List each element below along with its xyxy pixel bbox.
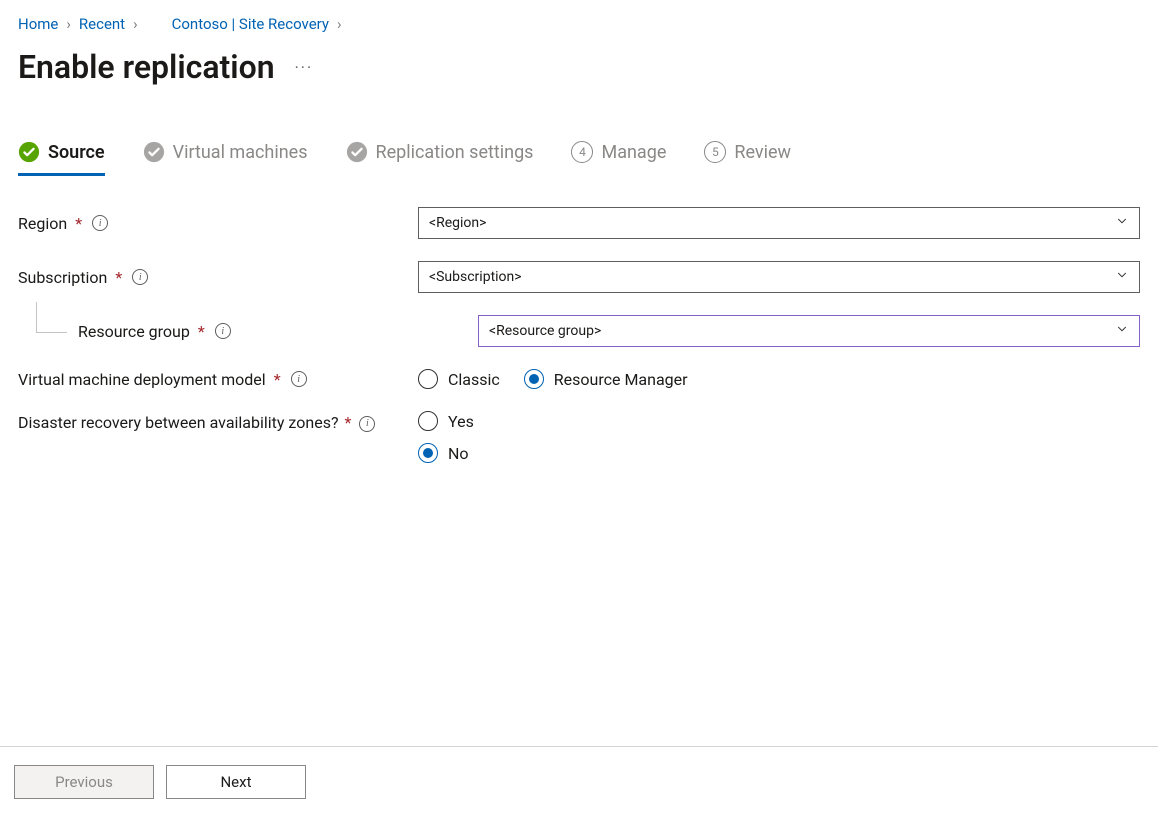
radio-yes-label: Yes	[448, 412, 474, 431]
info-icon[interactable]: i	[291, 371, 307, 387]
chevron-right-icon: ›	[335, 15, 344, 33]
region-select[interactable]: <Region>	[418, 207, 1140, 239]
step-number-icon: 5	[704, 141, 726, 163]
step-source-label: Source	[48, 142, 105, 163]
required-asterisk: *	[198, 322, 205, 341]
radio-icon	[418, 443, 438, 463]
subscription-select[interactable]: <Subscription>	[418, 261, 1140, 293]
resource-group-value: <Resource group>	[489, 323, 601, 339]
step-vms-label: Virtual machines	[173, 142, 308, 163]
wizard-footer: Previous Next	[14, 765, 306, 799]
dr-zones-label: Disaster recovery between availability z…	[18, 413, 339, 432]
resource-group-select[interactable]: <Resource group>	[478, 315, 1140, 347]
chevron-down-icon	[1115, 322, 1129, 340]
page-title: Enable replication	[18, 48, 275, 86]
subscription-value: <Subscription>	[429, 269, 522, 285]
step-review-label: Review	[734, 142, 791, 163]
breadcrumb: Home › Recent › Contoso | Site Recovery …	[18, 10, 1140, 38]
resource-group-label: Resource group	[78, 322, 190, 341]
info-icon[interactable]: i	[215, 323, 231, 339]
required-asterisk: *	[115, 268, 122, 287]
chevron-right-icon: ›	[64, 15, 73, 33]
required-asterisk: *	[274, 370, 281, 389]
step-manage[interactable]: 4 Manage	[571, 141, 666, 176]
step-virtual-machines[interactable]: Virtual machines	[143, 141, 308, 176]
footer-separator	[0, 746, 1158, 747]
hierarchy-elbow-icon	[36, 302, 67, 333]
required-asterisk: *	[344, 413, 351, 432]
radio-no-label: No	[448, 444, 469, 463]
step-replication-settings[interactable]: Replication settings	[346, 141, 534, 176]
chevron-right-icon: ›	[131, 15, 140, 33]
more-actions-icon[interactable]: ···	[295, 58, 314, 77]
deployment-model-radio-group: Classic Resource Manager	[418, 369, 1140, 389]
check-circle-icon	[346, 141, 368, 163]
radio-yes[interactable]: Yes	[418, 411, 474, 431]
radio-classic[interactable]: Classic	[418, 369, 500, 389]
info-icon[interactable]: i	[359, 416, 375, 432]
step-review[interactable]: 5 Review	[704, 141, 791, 176]
radio-classic-label: Classic	[448, 370, 500, 389]
step-replication-label: Replication settings	[376, 142, 534, 163]
info-icon[interactable]: i	[132, 269, 148, 285]
chevron-down-icon	[1115, 214, 1129, 232]
previous-button: Previous	[14, 765, 154, 799]
breadcrumb-recent[interactable]: Recent	[79, 15, 125, 33]
chevron-down-icon	[1115, 268, 1129, 286]
radio-rm-label: Resource Manager	[554, 370, 688, 389]
wizard-steps: Source Virtual machines Replication sett…	[18, 141, 1140, 177]
breadcrumb-vault[interactable]: Contoso | Site Recovery	[172, 15, 329, 33]
required-asterisk: *	[75, 214, 82, 233]
dr-zones-radio-group: Yes No	[418, 411, 1140, 463]
breadcrumb-home[interactable]: Home	[18, 15, 58, 33]
subscription-label: Subscription	[18, 268, 107, 287]
deployment-model-label: Virtual machine deployment model	[18, 370, 266, 389]
next-button[interactable]: Next	[166, 765, 306, 799]
check-circle-icon	[143, 141, 165, 163]
step-number-icon: 4	[571, 141, 593, 163]
region-label: Region	[18, 214, 67, 233]
radio-icon	[418, 369, 438, 389]
radio-no[interactable]: No	[418, 443, 469, 463]
radio-icon	[418, 411, 438, 431]
step-source[interactable]: Source	[18, 141, 105, 176]
radio-icon	[524, 369, 544, 389]
step-manage-label: Manage	[601, 142, 666, 163]
check-circle-icon	[18, 141, 40, 163]
radio-resource-manager[interactable]: Resource Manager	[524, 369, 688, 389]
region-value: <Region>	[429, 215, 486, 231]
info-icon[interactable]: i	[92, 215, 108, 231]
